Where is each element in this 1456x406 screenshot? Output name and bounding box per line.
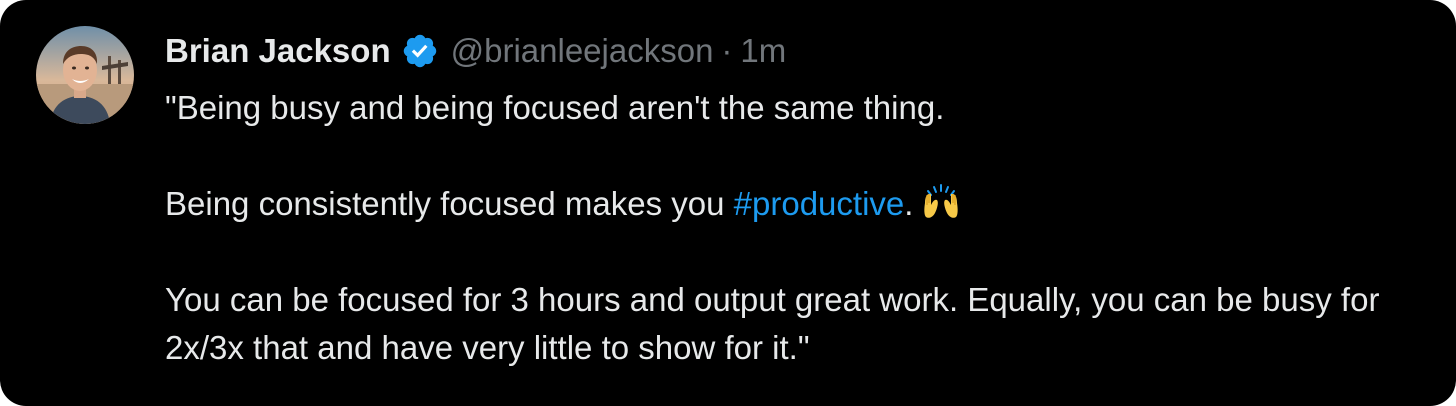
verified-badge-icon bbox=[401, 32, 439, 70]
display-name[interactable]: Brian Jackson bbox=[165, 32, 391, 70]
tweet-text-before-hashtag: Being consistently focused makes you bbox=[165, 185, 734, 222]
tweet-paragraph-2: Being consistently focused makes you #pr… bbox=[165, 180, 1425, 228]
tweet-text: "Being busy and being focused aren't the… bbox=[165, 84, 1425, 372]
handle[interactable]: @brianleejackson bbox=[451, 32, 714, 70]
tweet-header: Brian Jackson @brianleejackson · 1m bbox=[165, 28, 786, 74]
tweet-paragraph-1: "Being busy and being focused aren't the… bbox=[165, 89, 945, 126]
tweet-paragraph-3: You can be focused for 3 hours and outpu… bbox=[165, 281, 1380, 366]
timestamp[interactable]: 1m bbox=[740, 32, 786, 70]
tweet-text-after-hashtag: . bbox=[904, 185, 914, 222]
tweet-card[interactable]: Brian Jackson @brianleejackson · 1m "Bei… bbox=[0, 0, 1456, 406]
avatar[interactable] bbox=[36, 26, 134, 124]
hashtag-link[interactable]: #productive bbox=[734, 185, 905, 222]
separator-dot: · bbox=[721, 32, 733, 69]
raising-hands-emoji-icon bbox=[921, 181, 961, 221]
avatar-photo bbox=[36, 26, 134, 124]
